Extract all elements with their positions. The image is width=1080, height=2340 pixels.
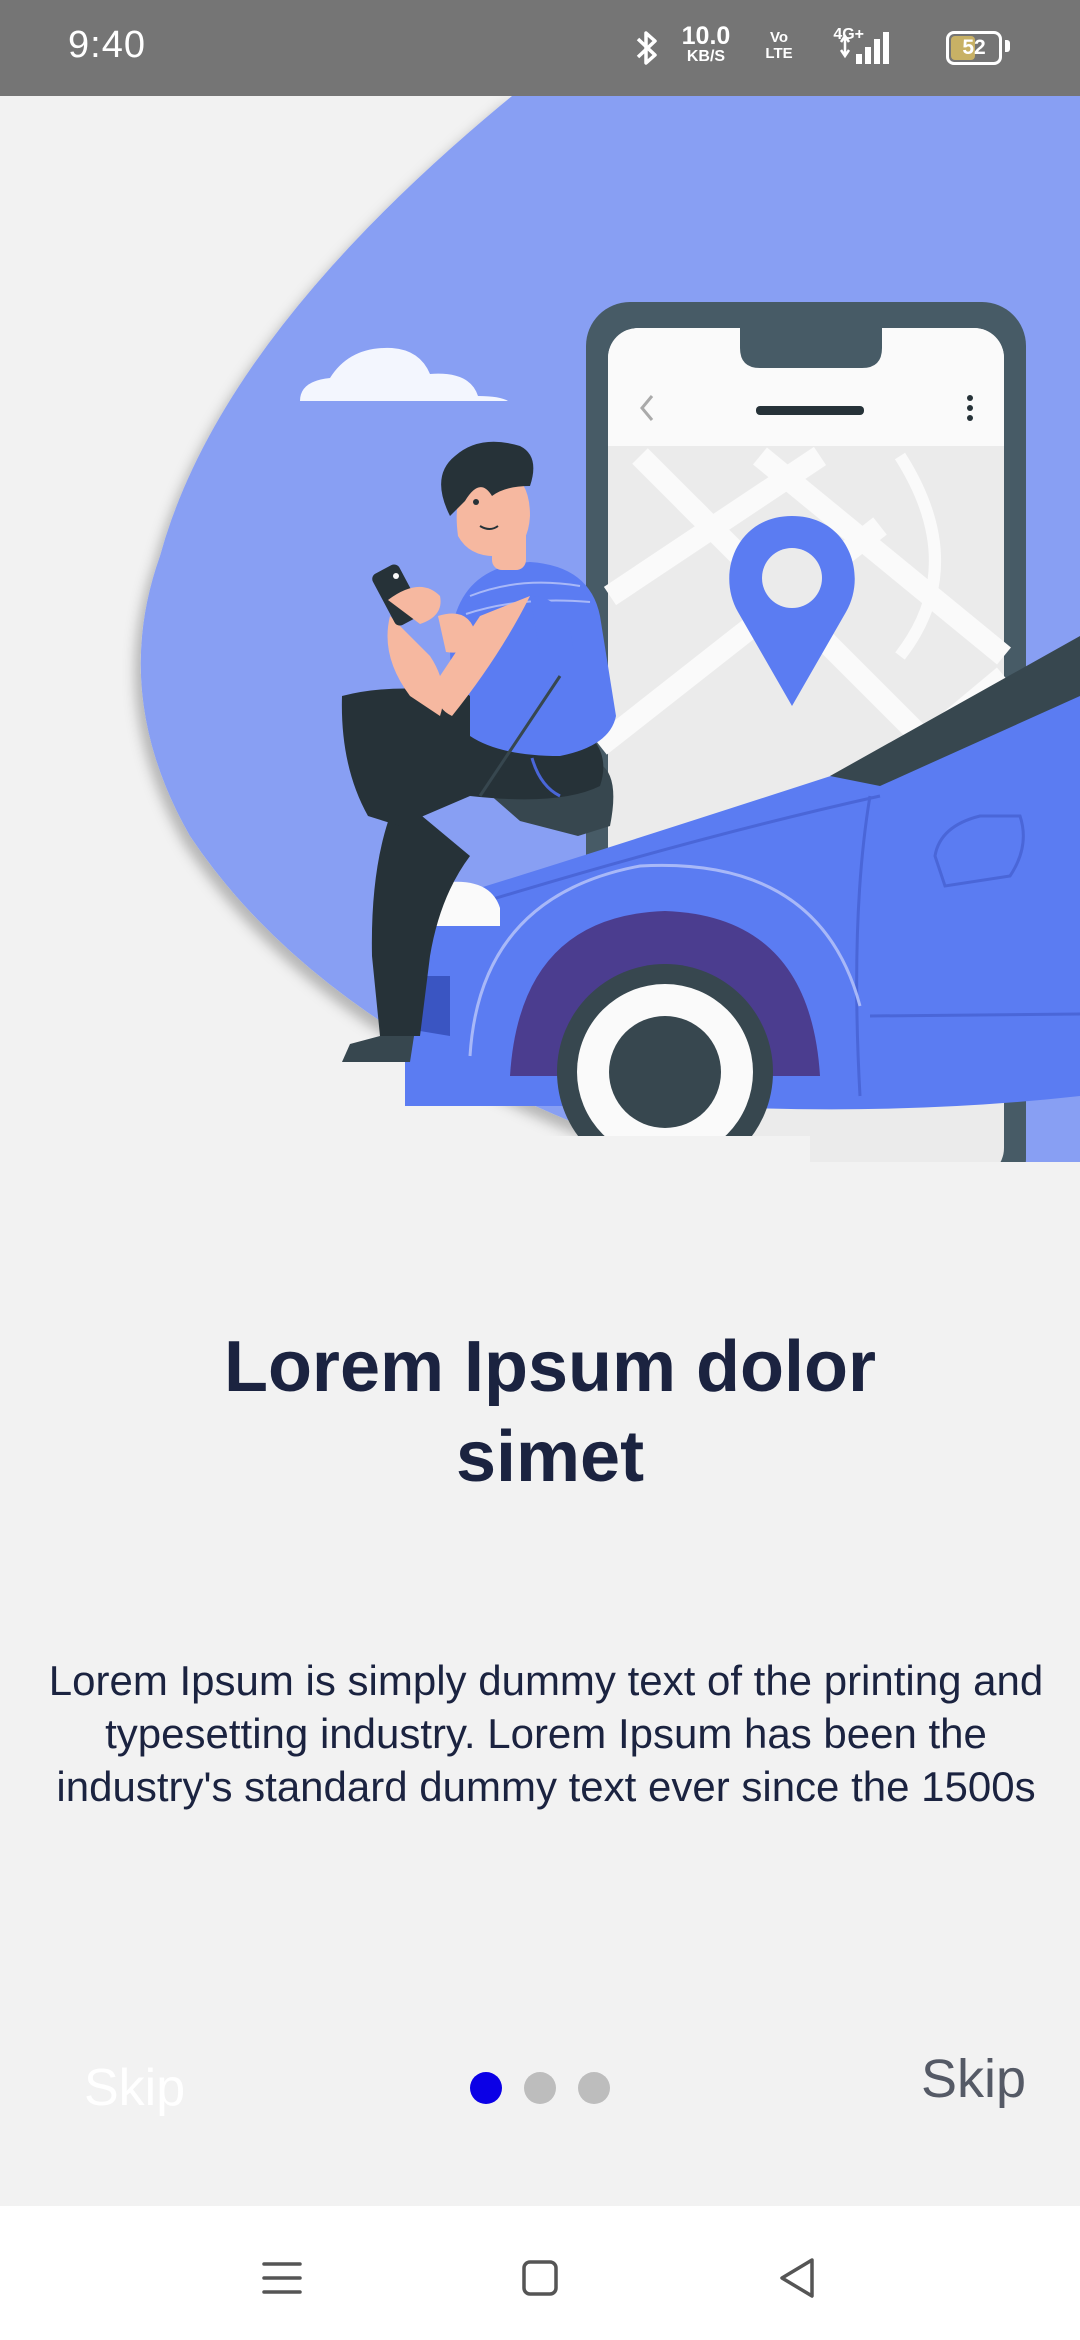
- skip-left-button[interactable]: Skip: [84, 2058, 185, 2118]
- battery-tip: [1005, 40, 1010, 52]
- battery-level: 52: [962, 36, 986, 59]
- network-speed: 10.0 KB/S: [670, 24, 742, 65]
- volte-bottom: LTE: [765, 44, 793, 62]
- onboarding-title-line2: simet: [455, 1417, 645, 1497]
- volte-indicator: Vo LTE: [762, 30, 796, 62]
- onboarding-title: Lorem Ipsum dolor simet: [140, 1322, 960, 1502]
- onboarding-title-line1: Lorem Ipsum dolor: [223, 1327, 877, 1407]
- bluetooth-icon: [636, 31, 657, 65]
- page-dot-3[interactable]: [578, 2072, 610, 2104]
- volte-top: Vo: [769, 29, 789, 46]
- page-dot-1[interactable]: [470, 2072, 502, 2104]
- status-time: 9:40: [68, 24, 146, 66]
- navigation-bar: [0, 2206, 1080, 2340]
- home-icon[interactable]: [510, 2248, 570, 2308]
- skip-button[interactable]: Skip: [921, 2048, 1026, 2110]
- signal-icon: [839, 32, 889, 64]
- page-dot-2[interactable]: [524, 2072, 556, 2104]
- battery-icon: 52: [946, 31, 1002, 65]
- network-speed-unit: KB/S: [686, 48, 726, 65]
- network-speed-value: 10.0: [681, 22, 731, 50]
- menu-icon[interactable]: [252, 2248, 312, 2308]
- onboarding-illustration: [140, 96, 1080, 1162]
- back-icon[interactable]: [768, 2248, 828, 2308]
- status-bar: 9:40 10.0 KB/S Vo LTE 4G+ 52: [0, 0, 1080, 96]
- onboarding-description: Lorem Ipsum is simply dummy text of the …: [48, 1657, 1044, 1810]
